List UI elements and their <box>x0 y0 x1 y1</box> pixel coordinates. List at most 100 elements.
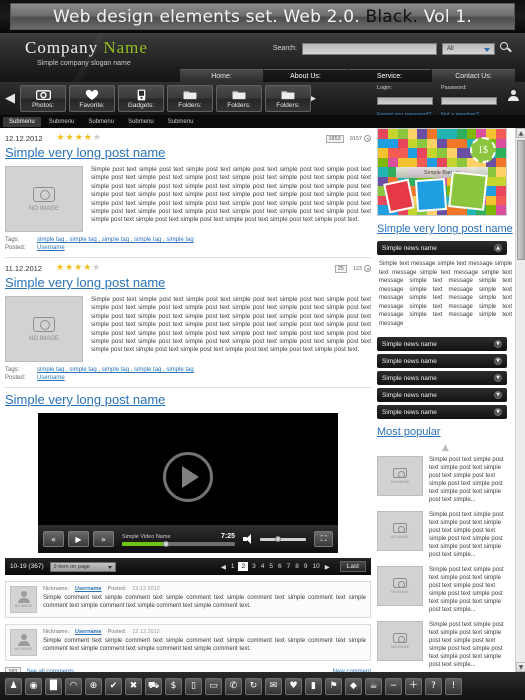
accordion-header-2[interactable]: Simple news name ▼ <box>377 337 507 351</box>
volume-handle[interactable] <box>274 535 281 542</box>
tile-folders-3[interactable]: Folders: <box>265 85 311 112</box>
submenu-item-5[interactable]: Submenu <box>162 117 200 127</box>
volume-icon[interactable] <box>243 534 254 544</box>
accordion-header-5[interactable]: Simple news name ▼ <box>377 388 507 402</box>
submenu-item-1[interactable]: Submenu <box>3 116 41 127</box>
globe-icon[interactable]: ⊕ <box>85 677 102 695</box>
play-button[interactable]: ▶ <box>68 531 89 547</box>
nav-prev-arrow-icon[interactable]: ◀ <box>4 91 16 106</box>
post-tags[interactable]: simple tag , simple tag , simple tag , s… <box>37 367 194 373</box>
rating-stars[interactable]: ★ ★ ★ ★ ★ <box>56 264 100 273</box>
chart-icon[interactable]: █ <box>45 677 62 695</box>
brand[interactable]: Company Name Simple company slogan name <box>25 38 148 67</box>
comment-username-link[interactable]: Username <box>75 629 102 635</box>
popular-item[interactable]: NO IMAGE Simple post text simple post te… <box>377 566 514 614</box>
device-icon[interactable]: ▭ <box>205 677 222 695</box>
most-popular-title-link[interactable]: Most popular <box>377 426 514 438</box>
tile-favorite[interactable]: Favorite: <box>69 85 115 112</box>
sidebar-news-title-link[interactable]: Simple very long post name <box>377 223 514 235</box>
tile-folders-2[interactable]: Folders: <box>216 85 262 112</box>
comment-username-link[interactable]: Username <box>75 586 102 592</box>
page-5[interactable]: 5 <box>268 563 274 570</box>
scroll-up-button[interactable]: ▲ <box>516 128 525 138</box>
login-input[interactable] <box>377 96 433 105</box>
phone-icon[interactable]: ✆ <box>225 677 242 695</box>
video-seek-slider[interactable] <box>122 540 235 547</box>
question-icon[interactable]: ? <box>425 677 442 695</box>
lock-icon[interactable]: ▯ <box>185 677 202 695</box>
volume-slider[interactable] <box>260 535 306 542</box>
cart-icon[interactable]: ⛟ <box>145 677 162 695</box>
page-6[interactable]: 6 <box>277 563 283 570</box>
mail-icon[interactable]: ✉ <box>265 677 282 695</box>
page-1[interactable]: 1 <box>230 563 236 570</box>
popular-item[interactable]: NO IMAGE Simple post text simple post te… <box>377 511 514 559</box>
scrollbar-thumb[interactable] <box>517 140 525 260</box>
nav-item-contact[interactable]: Contact Us: <box>432 69 515 82</box>
rating-stars[interactable]: ★ ★ ★ ★ ★ <box>57 134 101 143</box>
check-icon[interactable]: ✔ <box>105 677 122 695</box>
accordion-header-4[interactable]: Simple news name ▼ <box>377 371 507 385</box>
per-page-select[interactable]: 9 item on page <box>49 561 116 572</box>
password-input[interactable] <box>441 96 497 105</box>
submenu-item-4[interactable]: Submenu <box>122 117 160 127</box>
post-thumbnail[interactable]: NO IMAGE <box>5 166 83 232</box>
post-author-link[interactable]: Username <box>37 245 65 251</box>
trash-icon[interactable]: ▮ <box>305 677 322 695</box>
post-thumbnail[interactable]: NO IMAGE <box>5 296 83 362</box>
page-7[interactable]: 7 <box>286 563 292 570</box>
fullscreen-button[interactable]: ⛶ <box>314 531 333 547</box>
close-icon[interactable]: ✖ <box>125 677 142 695</box>
eye-icon[interactable]: ◉ <box>25 677 42 695</box>
post-author-link[interactable]: Username <box>37 375 65 381</box>
post-title-link[interactable]: Simple very long post name <box>5 275 371 290</box>
page-3[interactable]: 3 <box>251 563 257 570</box>
user-icon[interactable]: ♟ <box>5 677 22 695</box>
avatar[interactable] <box>506 89 521 104</box>
forward-button[interactable]: » <box>93 531 114 547</box>
post-title-link[interactable]: Simple very long post name <box>5 145 371 160</box>
rewind-button[interactable]: « <box>43 531 64 547</box>
tile-photos[interactable]: Photos: <box>20 85 66 112</box>
post-tags[interactable]: simple tag , simple tag , simple tag , s… <box>37 237 194 243</box>
pin-icon[interactable]: ⚑ <box>325 677 342 695</box>
nav-item-about[interactable]: About Us: <box>264 69 347 82</box>
nav-item-service[interactable]: Service: <box>348 69 431 82</box>
popular-item[interactable]: NO IMAGE Simple post text simple post te… <box>377 621 514 669</box>
exclamation-icon[interactable]: ! <box>445 677 462 695</box>
page-10[interactable]: 10 <box>311 563 320 570</box>
page-prev-icon[interactable]: ◀ <box>220 563 227 571</box>
tag-icon[interactable]: ◆ <box>345 677 362 695</box>
page-4[interactable]: 4 <box>260 563 266 570</box>
scroll-down-button[interactable]: ▼ <box>516 662 525 672</box>
play-overlay-button[interactable] <box>163 452 213 503</box>
nav-item-home[interactable]: Home: <box>180 69 263 82</box>
page-2-current[interactable]: 2 <box>238 562 249 571</box>
dollar-icon[interactable]: $ <box>165 677 182 695</box>
popular-item[interactable]: NO IMAGE Simple post text simple post te… <box>377 456 514 504</box>
video-player[interactable]: « ▶ » Simple Video Name 7:25 ⛶ <box>38 413 338 553</box>
submenu-item-3[interactable]: Submenu <box>82 117 120 127</box>
promo-banner[interactable]: Simple Banner 1$ <box>377 128 507 216</box>
vertical-scrollbar[interactable]: ▲ ▼ <box>515 128 525 672</box>
page-9[interactable]: 9 <box>303 563 309 570</box>
search-input[interactable] <box>302 42 437 55</box>
coffee-icon[interactable]: ☕ <box>365 677 382 695</box>
accordion-header-1[interactable]: Simple news name ▲ <box>377 241 507 255</box>
submenu-item-2[interactable]: Submenu <box>43 117 81 127</box>
page-next-icon[interactable]: ▶ <box>324 563 331 571</box>
search-scope-select[interactable]: All <box>442 42 495 55</box>
plus-icon[interactable]: ＋ <box>405 677 422 695</box>
accordion-header-3[interactable]: Simple news name ▼ <box>377 354 507 368</box>
heart-icon[interactable]: ♥ <box>285 677 302 695</box>
page-last-button[interactable]: Last <box>339 561 366 572</box>
page-8[interactable]: 8 <box>294 563 300 570</box>
most-popular-collapse[interactable]: ▲ <box>377 444 514 453</box>
video-post-title-link[interactable]: Simple very long post name <box>5 392 371 407</box>
accordion-header-6[interactable]: Simple news name ▼ <box>377 405 507 419</box>
tile-folders-1[interactable]: Folders: <box>167 85 213 112</box>
video-seek-handle[interactable] <box>162 540 169 547</box>
search-button[interactable] <box>500 42 513 55</box>
tile-gadgets[interactable]: Gadgets: <box>118 85 164 112</box>
rss-icon[interactable]: ◠ <box>65 677 82 695</box>
